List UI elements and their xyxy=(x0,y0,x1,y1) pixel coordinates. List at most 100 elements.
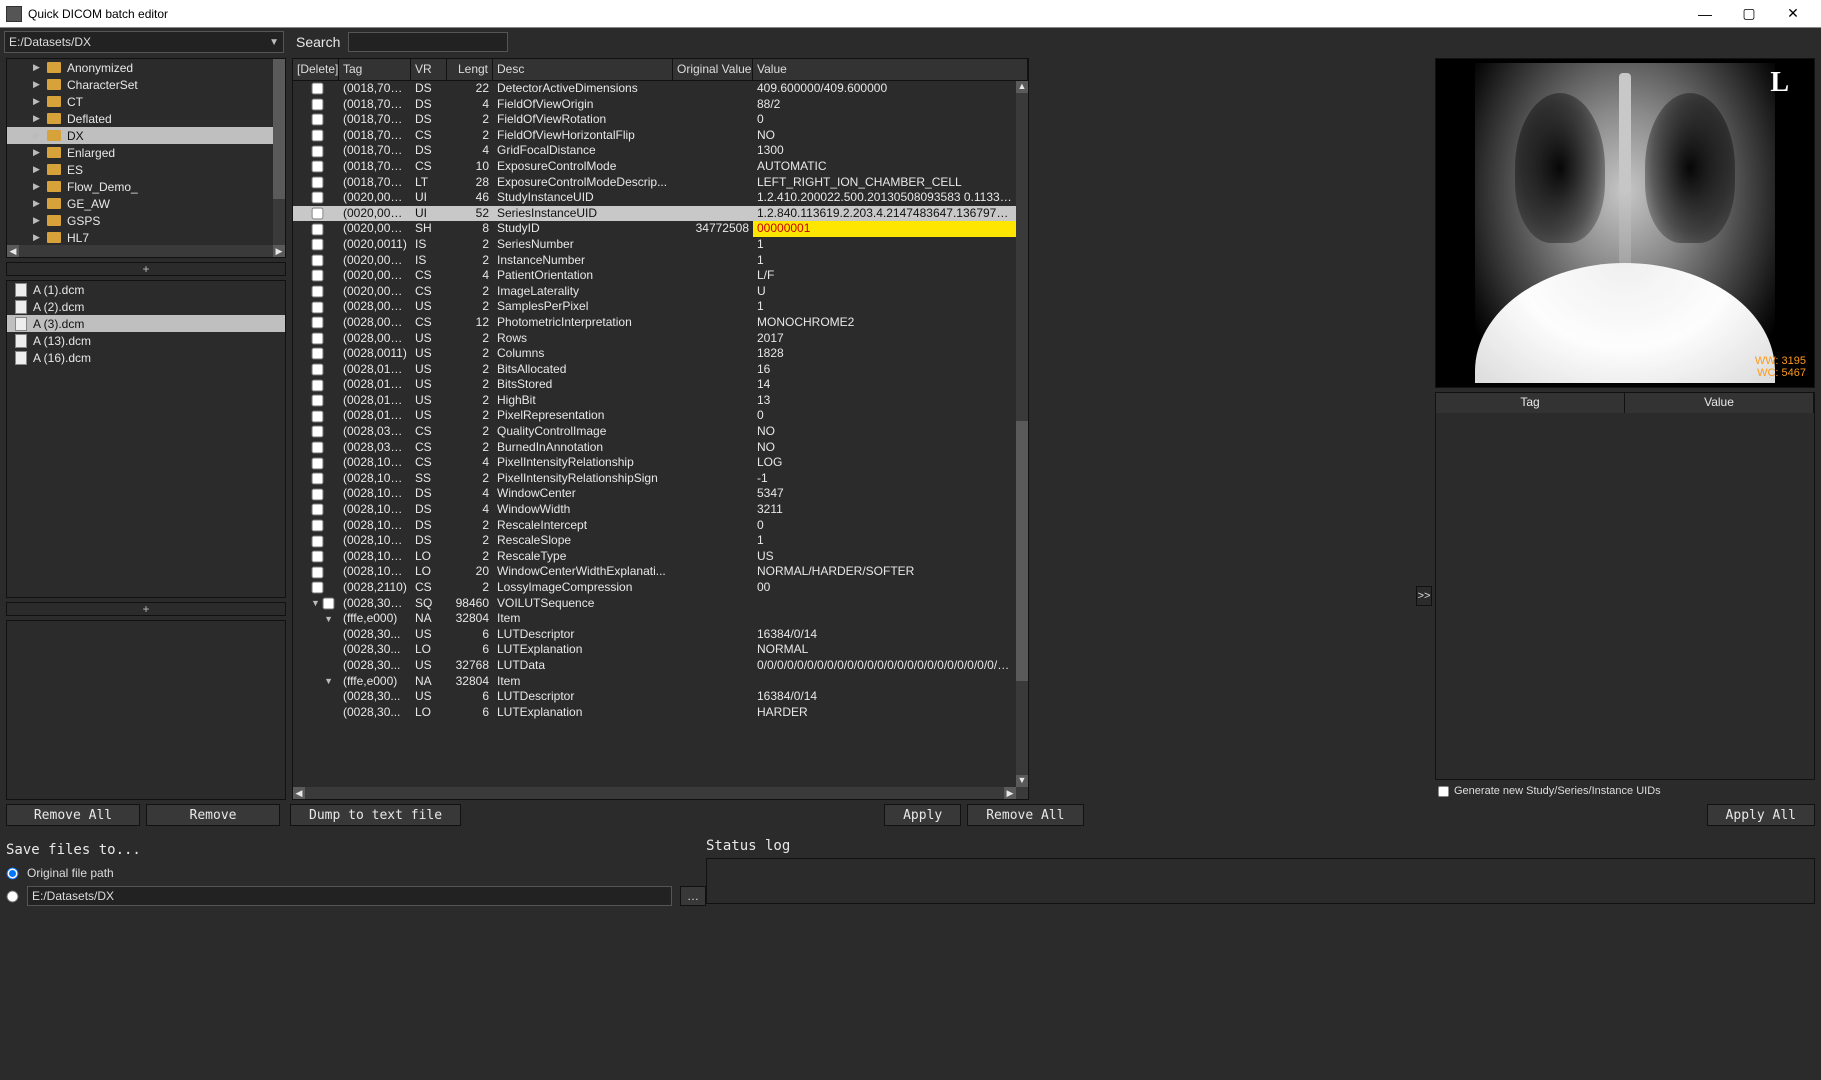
table-row[interactable]: (0018,7034)CS2FieldOfViewHorizontalFlipN… xyxy=(293,128,1028,144)
delete-checkbox[interactable] xyxy=(323,598,335,610)
delete-checkbox[interactable] xyxy=(312,473,324,485)
col-tag[interactable]: Tag xyxy=(339,59,411,80)
table-body[interactable]: (0018,7026)DS22DetectorActiveDimensions4… xyxy=(293,81,1028,799)
table-row[interactable]: (0028,30...US32768LUTData0/0/0/0/0/0/0/0… xyxy=(293,658,1028,674)
table-row[interactable]: (0020,0062)CS2ImageLateralityU xyxy=(293,284,1028,300)
apply-all-button[interactable]: Apply All xyxy=(1707,804,1815,826)
delete-checkbox[interactable] xyxy=(312,114,324,126)
path-combo[interactable]: E:/Datasets/DX ▼ xyxy=(4,31,284,53)
chevron-right-icon[interactable]: ▶ xyxy=(33,79,43,90)
tree-item[interactable]: ▶CT xyxy=(7,93,285,110)
delete-checkbox[interactable] xyxy=(312,348,324,360)
table-row[interactable]: (0028,1053)DS2RescaleSlope1 xyxy=(293,533,1028,549)
chevron-right-icon[interactable]: ▶ xyxy=(33,113,43,124)
generate-uids-checkbox[interactable]: Generate new Study/Series/Instance UIDs xyxy=(1435,782,1815,800)
tree-scroll-thumb[interactable] xyxy=(273,59,285,199)
table-row[interactable]: (0028,0004)CS12PhotometricInterpretation… xyxy=(293,315,1028,331)
delete-checkbox[interactable] xyxy=(312,566,324,578)
add-file-button[interactable]: + xyxy=(6,602,286,616)
save-original-input[interactable] xyxy=(7,867,19,879)
delete-checkbox[interactable] xyxy=(312,208,324,220)
file-item[interactable]: A (3).dcm xyxy=(7,315,285,332)
table-row[interactable]: (0020,000e)UI52SeriesInstanceUID1.2.840.… xyxy=(293,206,1028,222)
generate-uids-input[interactable] xyxy=(1438,785,1449,796)
table-row[interactable]: (0028,0301)CS2BurnedInAnnotationNO xyxy=(293,440,1028,456)
table-row[interactable]: (0028,1051)DS4WindowWidth3211 xyxy=(293,502,1028,518)
delete-checkbox[interactable] xyxy=(312,504,324,516)
table-row[interactable]: (0028,0010)US2Rows2017 xyxy=(293,331,1028,347)
delete-checkbox[interactable] xyxy=(312,145,324,157)
value-col-value[interactable]: Value xyxy=(1625,393,1814,413)
table-row[interactable]: (0028,1052)DS2RescaleIntercept0 xyxy=(293,518,1028,534)
delete-checkbox[interactable] xyxy=(312,410,324,422)
dump-button[interactable]: Dump to text file xyxy=(290,804,461,826)
delete-checkbox[interactable] xyxy=(312,582,324,594)
delete-checkbox[interactable] xyxy=(312,239,324,251)
browse-path-button[interactable]: … xyxy=(680,886,706,906)
chevron-right-icon[interactable]: ▶ xyxy=(33,96,43,107)
tree-item[interactable]: ▶GSPS xyxy=(7,212,285,229)
delete-checkbox[interactable] xyxy=(312,286,324,298)
col-orig[interactable]: Original Value xyxy=(673,59,753,80)
delete-checkbox[interactable] xyxy=(312,192,324,204)
delete-checkbox[interactable] xyxy=(312,301,324,313)
delete-checkbox[interactable] xyxy=(312,379,324,391)
tree-item[interactable]: ▶DX xyxy=(7,127,285,144)
col-vr[interactable]: VR xyxy=(411,59,447,80)
delete-checkbox[interactable] xyxy=(312,130,324,142)
tree-item[interactable]: ▶Flow_Demo_ xyxy=(7,178,285,195)
save-path-input[interactable] xyxy=(27,886,672,906)
search-input[interactable] xyxy=(348,32,508,52)
delete-checkbox[interactable] xyxy=(312,364,324,376)
add-folder-button[interactable]: + xyxy=(6,262,286,276)
table-row[interactable]: (0028,0002)US2SamplesPerPixel1 xyxy=(293,299,1028,315)
chevron-right-icon[interactable]: ▶ xyxy=(33,62,43,73)
delete-checkbox[interactable] xyxy=(312,395,324,407)
delete-checkbox[interactable] xyxy=(312,551,324,563)
tree-item[interactable]: ▶Enlarged xyxy=(7,144,285,161)
table-row[interactable]: (0018,7030)DS4FieldOfViewOrigin88/2 xyxy=(293,97,1028,113)
scroll-down-icon[interactable]: ▼ xyxy=(1016,775,1028,787)
value-panel-body[interactable] xyxy=(1436,413,1814,779)
table-row[interactable]: (0020,0020)CS4PatientOrientationL/F xyxy=(293,268,1028,284)
table-row[interactable]: (0018,7062)LT28ExposureControlModeDescri… xyxy=(293,175,1028,191)
delete-checkbox[interactable] xyxy=(312,99,324,111)
file-item[interactable]: A (13).dcm xyxy=(7,332,285,349)
table-row[interactable]: (0028,30...US6LUTDescriptor16384/0/14 xyxy=(293,689,1028,705)
status-log[interactable] xyxy=(706,858,1815,904)
tree-item[interactable]: ▶ES xyxy=(7,161,285,178)
chevron-right-icon[interactable]: ▶ xyxy=(33,232,43,243)
remove-button[interactable]: Remove xyxy=(146,804,280,826)
chevron-right-icon[interactable]: ▶ xyxy=(33,147,43,158)
file-list[interactable]: A (1).dcmA (2).dcmA (3).dcmA (13).dcmA (… xyxy=(6,280,286,598)
scroll-left-icon[interactable]: ◀ xyxy=(293,787,305,799)
delete-checkbox[interactable] xyxy=(312,317,324,329)
table-row[interactable]: ▼(fffe,e000)NA32804Item xyxy=(293,674,1028,690)
delete-checkbox[interactable] xyxy=(312,457,324,469)
chevron-right-icon[interactable]: ▶ xyxy=(33,198,43,209)
tree-item[interactable]: ▶GE_AW xyxy=(7,195,285,212)
folder-tree[interactable]: ▶Anonymized▶CharacterSet▶CT▶Deflated▶DX▶… xyxy=(6,58,286,258)
value-col-tag[interactable]: Tag xyxy=(1436,393,1625,413)
tree-scrollbar-h[interactable]: ◀ ▶ xyxy=(7,245,285,257)
scroll-up-icon[interactable]: ▲ xyxy=(1016,81,1028,93)
table-row[interactable]: (0018,7060)CS10ExposureControlModeAUTOMA… xyxy=(293,159,1028,175)
table-row[interactable]: (0028,0011)US2Columns1828 xyxy=(293,346,1028,362)
chevron-right-icon[interactable]: ▶ xyxy=(33,164,43,175)
table-row[interactable]: (0020,0013)IS2InstanceNumber1 xyxy=(293,253,1028,269)
table-row[interactable]: (0018,7032)DS2FieldOfViewRotation0 xyxy=(293,112,1028,128)
table-row[interactable]: (0028,1054)LO2RescaleTypeUS xyxy=(293,549,1028,565)
col-desc[interactable]: Desc xyxy=(493,59,673,80)
remove-all-button[interactable]: Remove All xyxy=(6,804,140,826)
apply-button[interactable]: Apply xyxy=(884,804,961,826)
file-item[interactable]: A (2).dcm xyxy=(7,298,285,315)
delete-checkbox[interactable] xyxy=(312,535,324,547)
save-custom-input[interactable] xyxy=(7,890,19,902)
save-original-radio[interactable]: Original file path xyxy=(6,866,706,880)
delete-checkbox[interactable] xyxy=(312,270,324,282)
tree-scrollbar-v[interactable] xyxy=(273,59,285,257)
table-row[interactable]: (0028,0100)US2BitsAllocated16 xyxy=(293,362,1028,378)
table-row[interactable]: (0028,0101)US2BitsStored14 xyxy=(293,377,1028,393)
file-item[interactable]: A (16).dcm xyxy=(7,349,285,366)
table-row[interactable]: (0028,0103)US2PixelRepresentation0 xyxy=(293,408,1028,424)
